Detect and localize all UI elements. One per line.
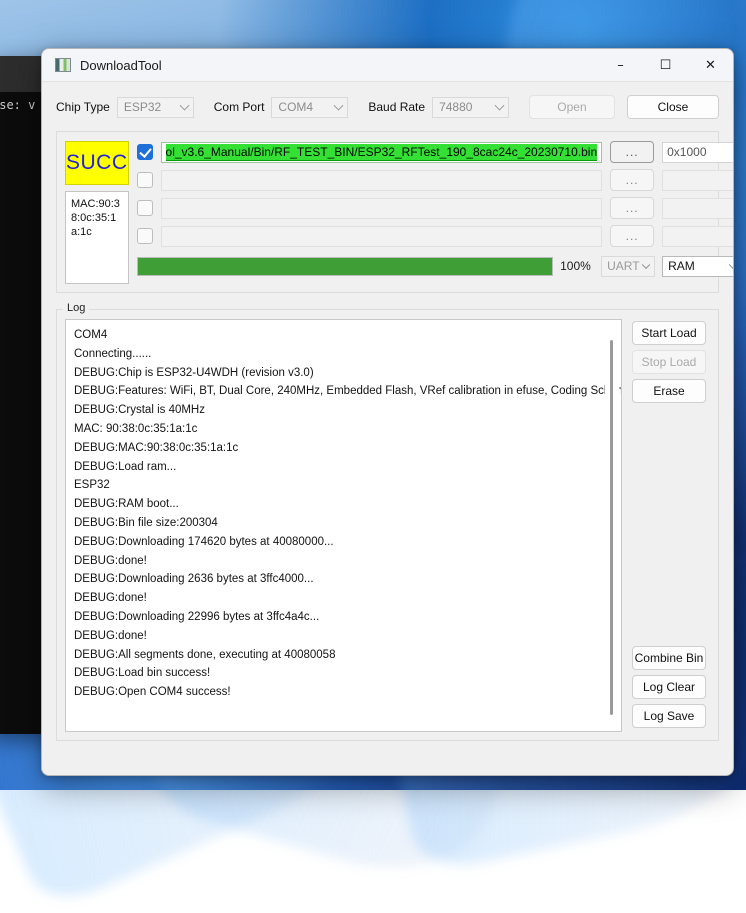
log-line: DEBUG:done! [74, 627, 611, 646]
baud-rate-label: Baud Rate [368, 100, 425, 114]
bin-browse-button-1[interactable]: ... [610, 141, 654, 163]
log-line: ESP32 [74, 476, 611, 495]
baud-rate-select[interactable]: 74880 [432, 97, 509, 118]
interface-select[interactable]: UART [601, 256, 655, 277]
log-panel: Log COM4Connecting......DEBUG:Chip is ES… [56, 309, 719, 741]
log-line: COM4 [74, 326, 611, 345]
log-tool-actions: Combine Bin Log Clear Log Save [632, 646, 710, 728]
log-scrollbar[interactable] [605, 322, 619, 729]
window-titlebar: DownloadTool – ☐ ✕ [42, 49, 733, 82]
bin-row: ... [137, 169, 734, 191]
connection-config-row: Chip Type ESP32 Com Port COM4 Baud Rate … [42, 82, 733, 129]
chevron-down-icon [179, 101, 189, 111]
chip-type-label: Chip Type [56, 100, 110, 114]
window-body: Chip Type ESP32 Com Port COM4 Baud Rate … [42, 82, 733, 741]
bin-browse-button-3[interactable]: ... [610, 197, 654, 219]
log-lines: COM4Connecting......DEBUG:Chip is ESP32-… [66, 320, 621, 702]
progress-fill [138, 258, 553, 275]
log-line: DEBUG:RAM boot... [74, 495, 611, 514]
download-panel: SUCC MAC:90:38:0c:35:1a:1c ol_v3.6_Manua… [56, 131, 719, 293]
log-line: DEBUG:Features: WiFi, BT, Dual Core, 240… [74, 382, 611, 401]
log-save-button[interactable]: Log Save [632, 704, 706, 728]
bin-browse-button-4[interactable]: ... [610, 225, 654, 247]
log-line: DEBUG:MAC:90:38:0c:35:1a:1c [74, 439, 611, 458]
log-line: DEBUG:Bin file size:200304 [74, 514, 611, 533]
log-actions: Start Load Stop Load Erase Combine Bin L… [632, 319, 710, 732]
progress-row: 100% UART RAM [137, 255, 734, 277]
download-progress-bar [137, 257, 554, 276]
bin-row-checkbox-3[interactable] [137, 200, 153, 216]
bin-path-field-2[interactable] [161, 170, 603, 191]
interface-value: UART [607, 259, 639, 273]
bin-path-field-1[interactable]: ol_v3.6_Manual/Bin/RF_TEST_BIN/ESP32_RFT… [161, 142, 603, 163]
bin-rows: ol_v3.6_Manual/Bin/RF_TEST_BIN/ESP32_RFT… [137, 141, 734, 284]
close-button[interactable]: ✕ [688, 49, 733, 82]
load-actions: Start Load Stop Load Erase [632, 321, 710, 403]
log-clear-button[interactable]: Log Clear [632, 675, 706, 699]
log-line: DEBUG:Downloading 2636 bytes at 3ffc4000… [74, 570, 611, 589]
bin-address-field-3[interactable] [662, 198, 734, 219]
chevron-down-icon [729, 261, 734, 269]
chip-type-select[interactable]: ESP32 [117, 97, 194, 118]
bin-path-field-3[interactable] [161, 198, 603, 219]
erase-button[interactable]: Erase [632, 379, 706, 403]
log-scrollbar-thumb[interactable] [610, 340, 613, 715]
bin-row-checkbox-1[interactable] [137, 144, 153, 160]
bin-browse-button-2[interactable]: ... [610, 169, 654, 191]
bin-row: ol_v3.6_Manual/Bin/RF_TEST_BIN/ESP32_RFT… [137, 141, 734, 163]
minimize-button[interactable]: – [598, 49, 643, 82]
boot-mode-select[interactable]: RAM [662, 256, 734, 277]
open-port-button[interactable]: Open [529, 95, 615, 119]
combine-bin-button[interactable]: Combine Bin [632, 646, 706, 670]
stop-load-button[interactable]: Stop Load [632, 350, 706, 374]
status-column: SUCC MAC:90:38:0c:35:1a:1c [65, 141, 129, 284]
boot-mode-value: RAM [668, 259, 695, 273]
log-line: DEBUG:done! [74, 589, 611, 608]
bin-row: ... [137, 225, 734, 247]
com-port-label: Com Port [214, 100, 265, 114]
bin-path-field-4[interactable] [161, 226, 603, 247]
chip-type-value: ESP32 [124, 100, 161, 114]
bin-address-field-1[interactable]: 0x1000 [662, 142, 734, 163]
com-port-value: COM4 [278, 100, 313, 114]
maximize-button[interactable]: ☐ [643, 49, 688, 82]
log-panel-legend: Log [63, 302, 89, 314]
close-port-button[interactable]: Close [627, 95, 719, 119]
downloadtool-window[interactable]: DownloadTool – ☐ ✕ Chip Type ESP32 Com P… [41, 48, 734, 776]
log-line: DEBUG:Downloading 22996 bytes at 3ffc4a4… [74, 608, 611, 627]
bin-address-field-2[interactable] [662, 170, 734, 191]
log-line: DEBUG:All segments done, executing at 40… [74, 646, 611, 665]
chevron-down-icon [642, 261, 650, 269]
log-line: DEBUG:Downloading 174620 bytes at 400800… [74, 533, 611, 552]
log-output[interactable]: COM4Connecting......DEBUG:Chip is ESP32-… [65, 319, 622, 732]
start-load-button[interactable]: Start Load [632, 321, 706, 345]
status-badge: SUCC [65, 141, 129, 185]
log-line: DEBUG:Crystal is 40MHz [74, 401, 611, 420]
baud-rate-value: 74880 [439, 100, 472, 114]
com-port-select[interactable]: COM4 [271, 97, 348, 118]
log-line: DEBUG:Chip is ESP32-U4WDH (revision v3.0… [74, 364, 611, 383]
mac-address-box: MAC:90:38:0c:35:1a:1c [65, 191, 129, 284]
bin-address-field-4[interactable] [662, 226, 734, 247]
bin-path-value-1: ol_v3.6_Manual/Bin/RF_TEST_BIN/ESP32_RFT… [166, 144, 598, 161]
log-line: Connecting...... [74, 345, 611, 364]
log-line: DEBUG:Load ram... [74, 458, 611, 477]
chevron-down-icon [495, 101, 505, 111]
log-line: DEBUG:done! [74, 552, 611, 571]
bin-row: ... [137, 197, 734, 219]
chip-icon [55, 58, 71, 72]
bin-row-checkbox-2[interactable] [137, 172, 153, 188]
bin-row-checkbox-4[interactable] [137, 228, 153, 244]
log-line: DEBUG:Load bin success! [74, 664, 611, 683]
log-line: DEBUG:Open COM4 success! [74, 683, 611, 702]
chevron-down-icon [334, 101, 344, 111]
window-title: DownloadTool [80, 58, 162, 73]
log-line: MAC: 90:38:0c:35:1a:1c [74, 420, 611, 439]
progress-percent-label: 100% [560, 259, 594, 273]
window-controls[interactable]: – ☐ ✕ [598, 49, 733, 82]
